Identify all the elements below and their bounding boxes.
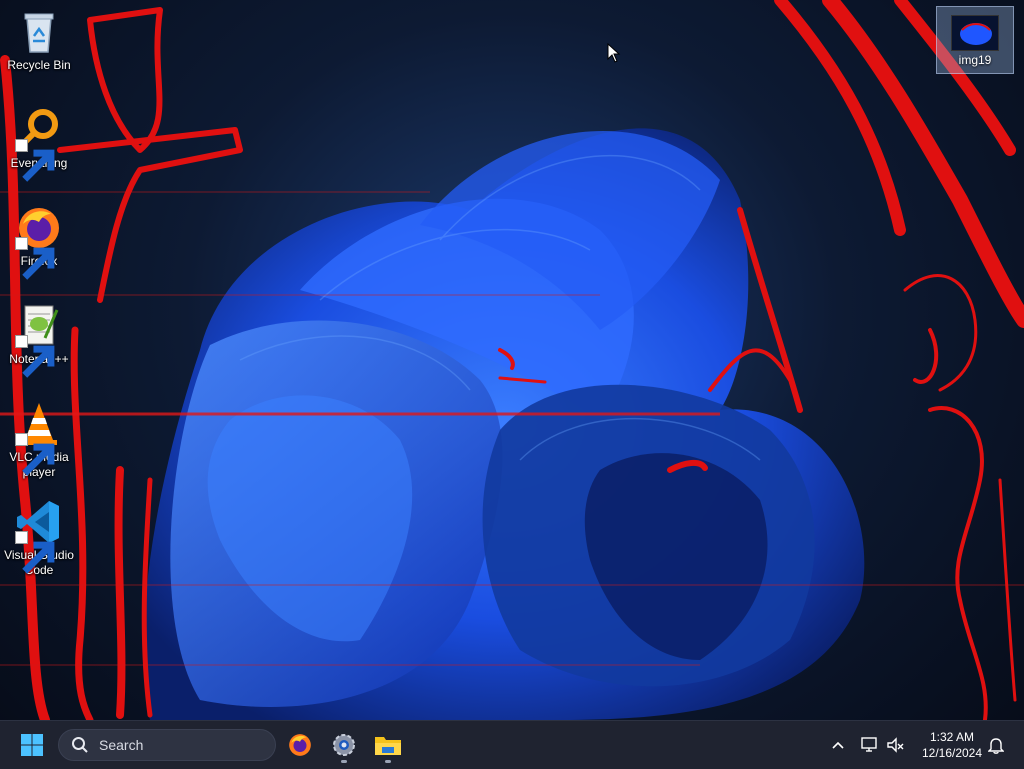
firefox-icon [289, 734, 311, 756]
system-clock[interactable]: 1:32 AM 12/16/2024 [914, 729, 990, 761]
recycle-bin-icon [15, 8, 63, 56]
notepad-plus-plus-icon [15, 302, 63, 378]
taskbar: Search 1:32 AM 12/16/2024 [0, 720, 1024, 769]
search-icon [72, 737, 88, 753]
clock-time: 1:32 AM [929, 730, 975, 744]
desktop-icon-vscode[interactable]: Visual Studio Code [0, 498, 78, 578]
desktop-icon-label: img19 [958, 53, 992, 67]
desktop-icon-vlc[interactable]: VLC media player [0, 400, 78, 480]
shortcut-arrow-icon [15, 139, 55, 182]
desktop-icon-label: Recycle Bin [7, 58, 71, 72]
firefox-icon [15, 204, 63, 280]
settings-gear-icon [333, 734, 355, 756]
desktop-icon-img19[interactable]: img19 [936, 6, 1014, 74]
vscode-icon [15, 498, 63, 574]
windows-start-icon [21, 734, 43, 756]
taskbar-firefox[interactable] [283, 729, 317, 761]
clock-date: 12/16/2024 [921, 746, 983, 760]
volume-muted-icon [887, 737, 904, 753]
desktop-icon-firefox[interactable]: Firefox [0, 204, 78, 280]
start-button[interactable] [15, 729, 49, 761]
vlc-icon [15, 400, 63, 476]
shortcut-arrow-icon [15, 531, 55, 574]
desktop-icon-notepad-plus-plus[interactable]: Notepad++ [0, 302, 78, 378]
running-indicator [341, 760, 347, 763]
taskbar-file-explorer[interactable] [371, 729, 405, 763]
notifications-button[interactable] [984, 733, 1008, 757]
search-box[interactable]: Search [58, 729, 276, 761]
shortcut-arrow-icon [15, 237, 55, 280]
running-indicator [385, 760, 391, 763]
volume-button[interactable] [884, 733, 908, 757]
search-placeholder: Search [99, 737, 144, 753]
desktop[interactable]: Recycle Bin Everything Firefox Notepad++ [0, 0, 1024, 720]
everything-icon [15, 106, 63, 182]
shortcut-arrow-icon [15, 335, 55, 378]
show-hidden-icons-button[interactable] [826, 733, 850, 757]
desktop-icon-recycle-bin[interactable]: Recycle Bin [0, 8, 78, 73]
mouse-cursor-icon [607, 43, 621, 63]
file-explorer-icon [375, 737, 401, 755]
network-button[interactable] [858, 733, 882, 757]
wallpaper-bloom [0, 0, 1024, 720]
network-icon [861, 737, 877, 752]
desktop-icon-everything[interactable]: Everything [0, 106, 78, 182]
taskbar-settings[interactable] [327, 729, 361, 763]
chevron-up-icon [832, 741, 844, 749]
image-file-icon [951, 15, 999, 51]
shortcut-arrow-icon [15, 433, 55, 476]
notification-bell-icon [988, 738, 1004, 754]
